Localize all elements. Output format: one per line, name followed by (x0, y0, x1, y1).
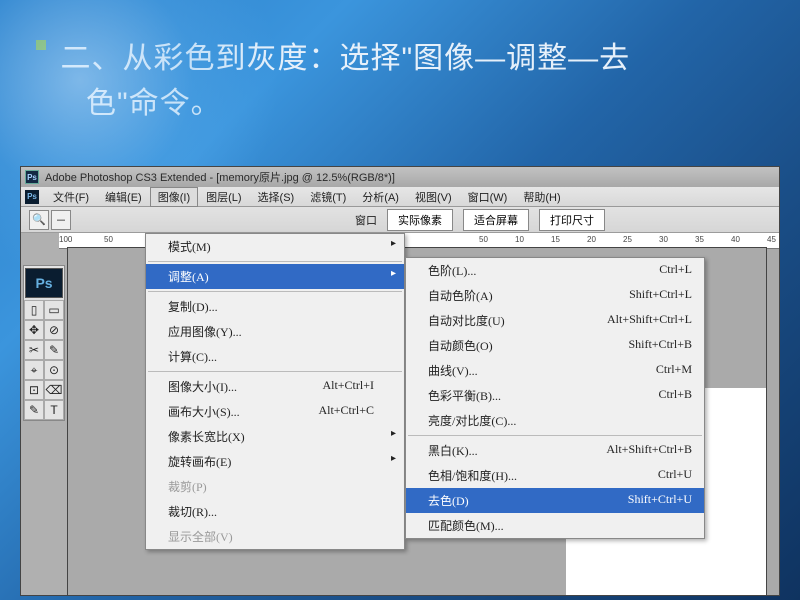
menu-item[interactable]: 色相/饱和度(H)...Ctrl+U (406, 463, 704, 488)
ruler-mark: 15 (551, 235, 560, 244)
shortcut: Alt+Ctrl+C (318, 403, 374, 418)
zoom-icon[interactable]: 🔍 (29, 210, 49, 230)
tool-lasso[interactable]: ✥ (24, 320, 44, 340)
tool-move[interactable]: ▯ (24, 300, 44, 320)
ruler-mark: 45 (767, 235, 776, 244)
menu-item[interactable]: 匹配颜色(M)... (406, 513, 704, 538)
menu-item[interactable]: 调整(A) (146, 264, 404, 289)
menu-item[interactable]: 自动色阶(A)Shift+Ctrl+L (406, 283, 704, 308)
menu-item[interactable]: 亮度/对比度(C)... (406, 408, 704, 433)
image-menu-dropdown: 模式(M) 调整(A) 复制(D)...应用图像(Y)...计算(C)... 图像大小… (145, 233, 405, 550)
shortcut: Shift+Ctrl+B (628, 337, 692, 352)
menu-item[interactable]: 模式(M) (146, 234, 404, 259)
zoom-out-icon[interactable]: － (51, 210, 71, 230)
tool-type[interactable]: T (44, 400, 64, 420)
tool-slice[interactable]: ✎ (44, 340, 64, 360)
menu-item[interactable]: 旋转画布(E) (146, 449, 404, 474)
menu-item[interactable]: 去色(D)Shift+Ctrl+U (406, 488, 704, 513)
ps-logo-icon: Ps (25, 170, 39, 184)
shortcut: Ctrl+B (659, 387, 692, 402)
menu-file[interactable]: 文件(F) (45, 187, 97, 207)
shortcut: Shift+Ctrl+L (629, 287, 692, 302)
tool-stamp[interactable]: ⊡ (24, 380, 44, 400)
ps-logo-icon: Ps (25, 190, 39, 204)
menu-item[interactable]: 色彩平衡(B)...Ctrl+B (406, 383, 704, 408)
tool-crop[interactable]: ✂ (24, 340, 44, 360)
ruler-mark: 35 (695, 235, 704, 244)
ruler-mark: 40 (731, 235, 740, 244)
menu-view[interactable]: 视图(V) (407, 187, 460, 207)
ruler-mark: 10 (515, 235, 524, 244)
window-title: Adobe Photoshop CS3 Extended - [memory原片… (45, 169, 395, 185)
tool-brush[interactable]: ⊙ (44, 360, 64, 380)
workspace: 10050050101520253035404550556065 Ps ▯▭ ✥… (21, 233, 779, 595)
menu-separator (408, 435, 702, 436)
menu-item[interactable]: 画布大小(S)...Alt+Ctrl+C (146, 399, 404, 424)
menu-analysis[interactable]: 分析(A) (354, 187, 407, 207)
menu-item[interactable]: 图像大小(I)...Alt+Ctrl+I (146, 374, 404, 399)
fit-screen-button[interactable]: 适合屏幕 (463, 209, 529, 231)
shortcut: Ctrl+M (656, 362, 692, 377)
print-size-button[interactable]: 打印尺寸 (539, 209, 605, 231)
tool-heal[interactable]: ⌖ (24, 360, 44, 380)
ruler-mark: 50 (479, 235, 488, 244)
zoom-tool-group: 🔍 － (29, 210, 71, 230)
menu-item: 显示全部(V) (146, 524, 404, 549)
menu-item[interactable]: 像素长宽比(X) (146, 424, 404, 449)
shortcut: Alt+Ctrl+I (322, 378, 374, 393)
ruler-mark: 100 (59, 235, 72, 244)
shortcut: Ctrl+L (659, 262, 692, 277)
menu-filter[interactable]: 滤镜(T) (302, 187, 354, 207)
menu-item[interactable]: 复制(D)... (146, 294, 404, 319)
menu-item[interactable]: 色阶(L)...Ctrl+L (406, 258, 704, 283)
photoshop-window: Ps Adobe Photoshop CS3 Extended - [memor… (20, 166, 780, 596)
options-bar: 🔍 － 窗口 实际像素 适合屏幕 打印尺寸 (21, 207, 779, 233)
tool-eraser[interactable]: ⌫ (44, 380, 64, 400)
menu-item[interactable]: 自动对比度(U)Alt+Shift+Ctrl+L (406, 308, 704, 333)
menu-item[interactable]: 计算(C)... (146, 344, 404, 369)
shortcut: Shift+Ctrl+U (628, 492, 692, 507)
ruler-mark: 50 (104, 235, 113, 244)
ps-brand-icon[interactable]: Ps (25, 268, 63, 298)
menu-separator (148, 291, 402, 292)
menubar: Ps 文件(F) 编辑(E) 图像(I) 图层(L) 选择(S) 滤镜(T) 分… (21, 187, 779, 207)
ruler-mark: 30 (659, 235, 668, 244)
shortcut: Ctrl+U (658, 467, 692, 482)
tool-marquee[interactable]: ▭ (44, 300, 64, 320)
titlebar[interactable]: Ps Adobe Photoshop CS3 Extended - [memor… (21, 167, 779, 187)
menu-item: 裁剪(P) (146, 474, 404, 499)
tool-wand[interactable]: ⊘ (44, 320, 64, 340)
menu-item[interactable]: 裁切(R)... (146, 499, 404, 524)
toolbox: Ps ▯▭ ✥⊘ ✂✎ ⌖⊙ ⊡⌫ ✎T (23, 265, 65, 421)
shortcut: Alt+Shift+Ctrl+B (606, 442, 692, 457)
menu-window[interactable]: 窗口(W) (460, 187, 516, 207)
shortcut: Alt+Shift+Ctrl+L (607, 312, 692, 327)
menu-select[interactable]: 选择(S) (250, 187, 303, 207)
actual-pixels-button[interactable]: 实际像素 (387, 209, 453, 231)
ruler-mark: 25 (623, 235, 632, 244)
menu-layer[interactable]: 图层(L) (198, 187, 249, 207)
ruler-mark: 20 (587, 235, 596, 244)
menu-separator (148, 261, 402, 262)
menu-item[interactable]: 黑白(K)...Alt+Shift+Ctrl+B (406, 438, 704, 463)
menu-item[interactable]: 曲线(V)...Ctrl+M (406, 358, 704, 383)
menu-edit[interactable]: 编辑(E) (97, 187, 150, 207)
menu-help[interactable]: 帮助(H) (515, 187, 568, 207)
tool-pen[interactable]: ✎ (24, 400, 44, 420)
menu-item[interactable]: 自动颜色(O)Shift+Ctrl+B (406, 333, 704, 358)
menu-image[interactable]: 图像(I) (150, 187, 198, 207)
window-label: 窗口 (355, 212, 377, 228)
adjustments-submenu: 色阶(L)...Ctrl+L自动色阶(A)Shift+Ctrl+L自动对比度(U… (405, 257, 705, 539)
menu-separator (148, 371, 402, 372)
menu-item[interactable]: 应用图像(Y)... (146, 319, 404, 344)
